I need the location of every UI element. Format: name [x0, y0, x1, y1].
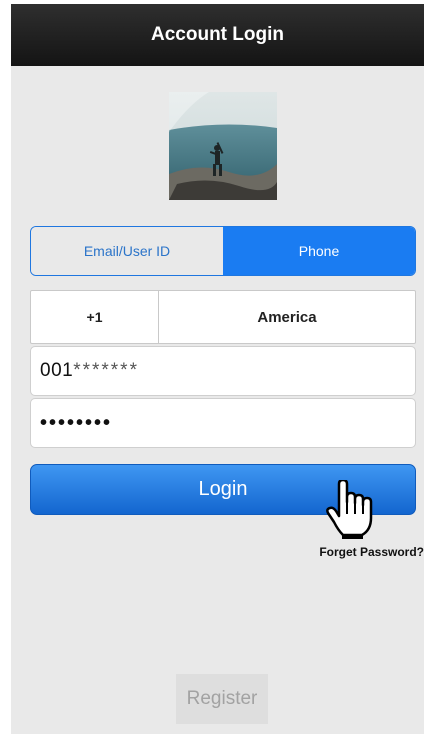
- page-title: Account Login: [151, 24, 284, 45]
- login-screen: Account Login Email/User ID Phone +1 Ame…: [11, 4, 424, 734]
- phone-masked-digits: *******: [73, 360, 139, 381]
- country-name: America: [257, 308, 317, 326]
- tab-phone[interactable]: Phone: [223, 227, 415, 275]
- country-code-button[interactable]: +1: [31, 291, 159, 343]
- password-input[interactable]: ••••••••: [30, 398, 416, 448]
- register-button-label: Register: [186, 688, 258, 709]
- register-button[interactable]: Register: [176, 674, 268, 724]
- login-mode-switch: Email/User ID Phone: [30, 226, 416, 276]
- tab-email-label: Email/User ID: [83, 243, 171, 259]
- country-code: +1: [86, 309, 103, 325]
- tab-email-user-id[interactable]: Email/User ID: [31, 227, 223, 275]
- phone-prefix: 001: [40, 360, 74, 381]
- forget-password-label: Forget Password?: [319, 545, 424, 559]
- password-dots: ••••••••: [40, 411, 113, 434]
- avatar: [169, 92, 277, 200]
- login-button-label: Login: [198, 478, 248, 500]
- tab-phone-label: Phone: [298, 243, 340, 259]
- phone-number-input[interactable]: 001 *******: [30, 346, 416, 396]
- country-selector: +1 America: [30, 290, 416, 344]
- country-name-button[interactable]: America: [159, 291, 415, 343]
- hand-pointer-icon: [326, 480, 373, 539]
- forget-password-link[interactable]: Forget Password?: [319, 545, 424, 559]
- title-bar: Account Login: [11, 4, 424, 66]
- avatar-photo: [169, 92, 277, 200]
